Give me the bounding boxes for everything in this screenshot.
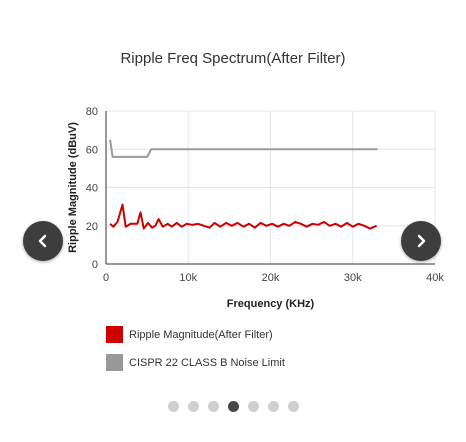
tick-labels: 0 20 40 60 80 0 10k 20k 30k 40k bbox=[86, 106, 445, 284]
chevron-left-icon bbox=[38, 234, 47, 248]
carousel-dot[interactable] bbox=[247, 401, 259, 412]
series-line-ripple bbox=[109, 203, 377, 230]
legend-item-ripple[interactable]: Ripple Magnitude(After Filter) bbox=[106, 326, 273, 343]
x-tick-label: 10k bbox=[179, 272, 197, 284]
y-tick-label: 0 bbox=[92, 259, 98, 271]
legend-label-limit: CISPR 22 CLASS B Noise Limit bbox=[129, 356, 285, 369]
y-tick-label: 80 bbox=[86, 106, 98, 118]
x-axis-label: Frequency (KHz) bbox=[227, 298, 315, 310]
x-tick-label: 20k bbox=[262, 272, 280, 284]
legend-swatch-ripple bbox=[106, 326, 123, 343]
carousel-dot[interactable] bbox=[287, 401, 299, 412]
carousel-pagination bbox=[0, 401, 466, 412]
y-tick-label: 60 bbox=[86, 144, 98, 156]
chart-plot: 0 20 40 60 80 0 10k 20k 30k 40k Frequency (KHz) R… bbox=[67, 106, 445, 310]
grid-lines bbox=[106, 110, 436, 264]
carousel-dot[interactable] bbox=[167, 401, 179, 412]
legend-swatch-limit bbox=[106, 354, 123, 371]
carousel-dot[interactable] bbox=[227, 401, 239, 412]
y-tick-label: 20 bbox=[86, 221, 98, 233]
carousel-dot[interactable] bbox=[267, 401, 279, 412]
legend-label-ripple: Ripple Magnitude(After Filter) bbox=[129, 328, 273, 341]
x-tick-label: 40k bbox=[426, 272, 444, 284]
series-line-limit bbox=[109, 139, 378, 158]
carousel-dot[interactable] bbox=[187, 401, 199, 412]
y-axis-label: Ripple Magnitude (dBuV) bbox=[67, 122, 79, 253]
series-lines bbox=[109, 139, 378, 230]
previous-chart-button[interactable] bbox=[23, 221, 63, 261]
y-tick-label: 40 bbox=[86, 183, 98, 195]
x-tick-label: 30k bbox=[344, 272, 362, 284]
next-chart-button[interactable] bbox=[401, 221, 441, 261]
chevron-right-icon bbox=[417, 234, 426, 248]
legend-item-limit[interactable]: CISPR 22 CLASS B Noise Limit bbox=[106, 354, 285, 371]
carousel-dot[interactable] bbox=[207, 401, 219, 412]
x-tick-label: 0 bbox=[103, 272, 109, 284]
